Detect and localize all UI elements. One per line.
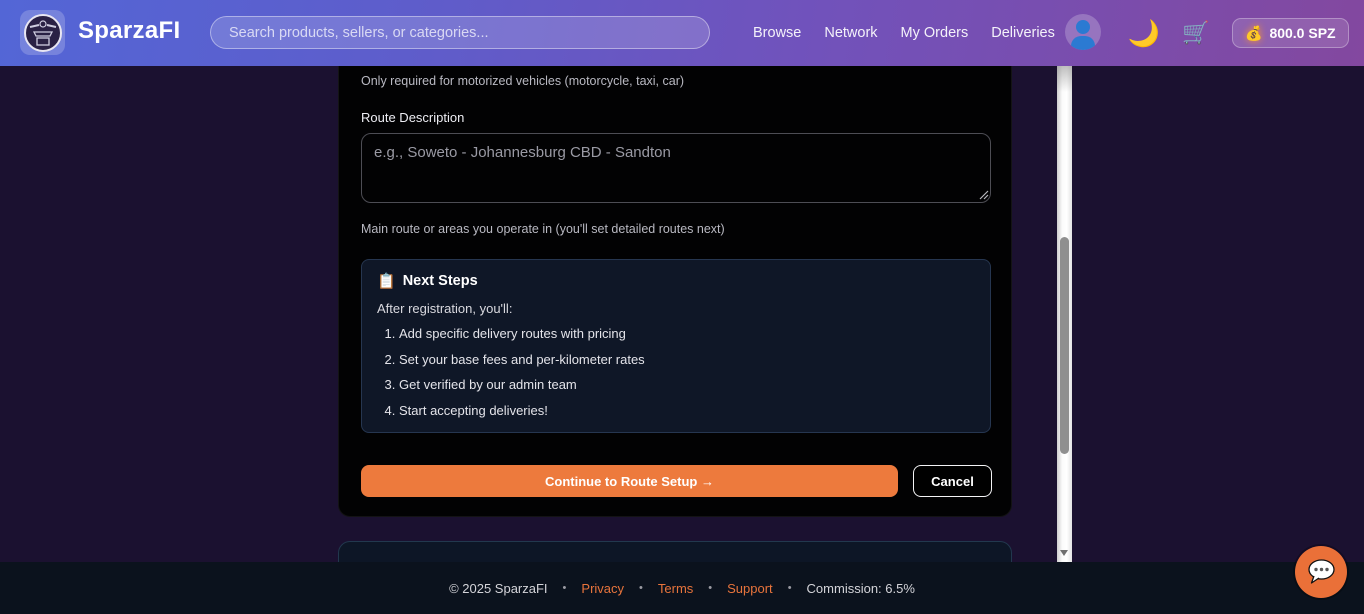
- route-description-help: Main route or areas you operate in (you'…: [361, 222, 725, 236]
- nav-links: Browse Network My Orders Deliveries: [753, 0, 1055, 66]
- footer-separator: •: [708, 582, 712, 594]
- wallet-balance-badge[interactable]: 💰 800.0 SPZ: [1232, 18, 1349, 48]
- money-bag-icon: 💰: [1245, 25, 1262, 42]
- route-description-textarea[interactable]: [361, 133, 991, 203]
- avatar-person-icon: [1076, 20, 1090, 34]
- scrollbar-down-arrow-icon[interactable]: [1060, 550, 1068, 556]
- footer-separator: •: [639, 582, 643, 594]
- footer-commission: Commission: 6.5%: [807, 581, 915, 596]
- next-steps-intro: After registration, you'll:: [377, 301, 512, 316]
- footer-link-support[interactable]: Support: [727, 581, 773, 596]
- footer-separator: •: [563, 582, 567, 594]
- top-navbar: SparzaFI Browse Network My Orders Delive…: [0, 0, 1364, 66]
- courier-registration-card: Only required for motorized vehicles (mo…: [338, 66, 1012, 517]
- cart-icon[interactable]: 🛒: [1178, 16, 1214, 50]
- brand-logo[interactable]: [20, 10, 65, 55]
- next-steps-list: Add specific delivery routes with pricin…: [382, 326, 645, 428]
- cancel-button[interactable]: Cancel: [913, 465, 992, 497]
- vehicle-requirement-note: Only required for motorized vehicles (mo…: [361, 74, 684, 88]
- nav-browse[interactable]: Browse: [753, 25, 801, 41]
- search-input[interactable]: [210, 16, 710, 49]
- route-description-label: Route Description: [361, 110, 464, 125]
- balance-amount: 800.0 SPZ: [1269, 25, 1335, 41]
- theme-toggle-moon-icon[interactable]: 🌙: [1124, 13, 1164, 53]
- nav-network[interactable]: Network: [824, 25, 877, 41]
- chat-bubble-icon: [1305, 557, 1337, 587]
- nav-deliveries[interactable]: Deliveries: [991, 25, 1055, 41]
- next-step-item: Set your base fees and per-kilometer rat…: [399, 352, 645, 367]
- vertical-scrollbar-track[interactable]: [1057, 66, 1072, 562]
- app-root: SparzaFI Browse Network My Orders Delive…: [0, 0, 1364, 614]
- chat-support-button[interactable]: [1295, 546, 1347, 598]
- next-step-item: Add specific delivery routes with pricin…: [399, 326, 645, 341]
- footer-link-privacy[interactable]: Privacy: [581, 581, 624, 596]
- page-footer: © 2025 SparzaFI • Privacy • Terms • Supp…: [0, 562, 1364, 614]
- user-avatar[interactable]: [1065, 14, 1101, 50]
- scrollbar-thumb[interactable]: [1060, 237, 1069, 454]
- footer-link-terms[interactable]: Terms: [658, 581, 693, 596]
- footer-separator: •: [788, 582, 792, 594]
- continue-to-route-setup-button[interactable]: Continue to Route Setup →: [361, 465, 898, 497]
- next-step-item: Start accepting deliveries!: [399, 403, 645, 418]
- footer-copyright: © 2025 SparzaFI: [449, 581, 547, 596]
- clipboard-icon: 📋: [377, 272, 396, 290]
- next-steps-panel: 📋 Next Steps After registration, you'll:…: [361, 259, 991, 433]
- logo-emblem-icon: [24, 14, 62, 52]
- next-step-item: Get verified by our admin team: [399, 377, 645, 392]
- nav-my-orders[interactable]: My Orders: [901, 25, 969, 41]
- brand-title[interactable]: SparzaFI: [78, 17, 180, 45]
- next-steps-title: 📋 Next Steps: [377, 272, 478, 290]
